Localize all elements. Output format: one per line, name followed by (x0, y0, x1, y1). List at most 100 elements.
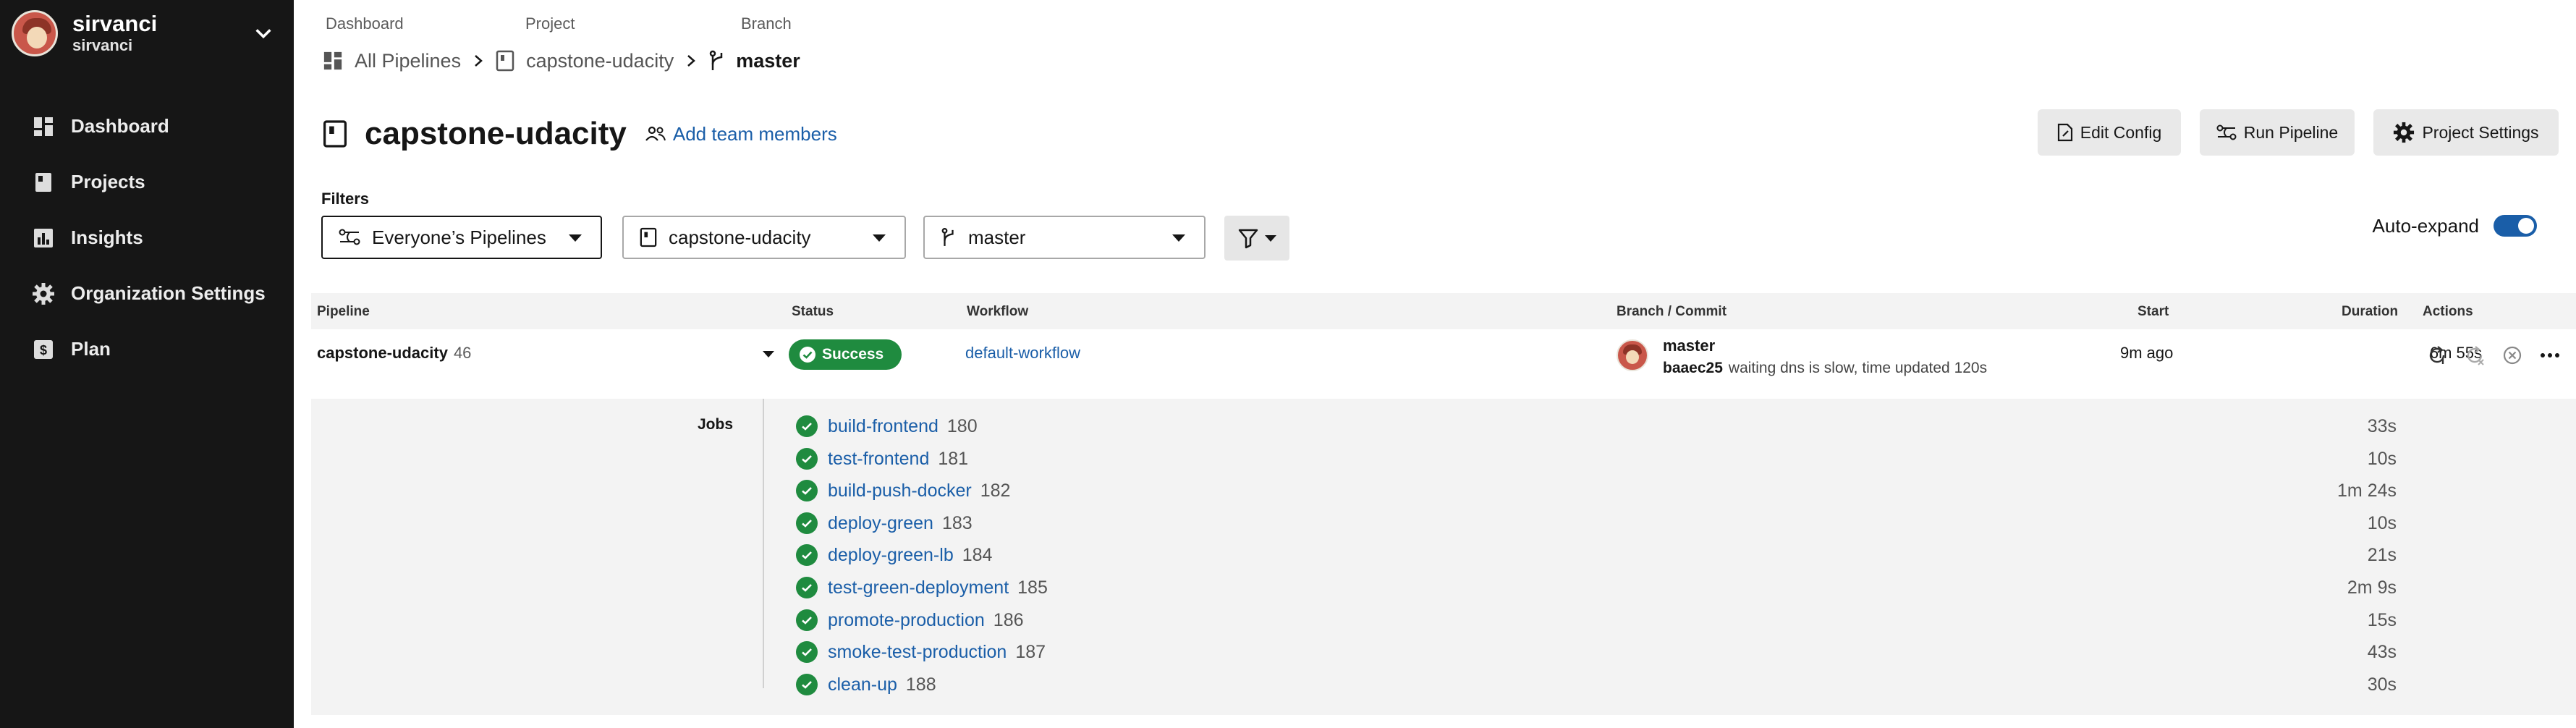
pipelines-filter-dropdown[interactable]: Everyone’s Pipelines (321, 216, 602, 259)
crumb-branch[interactable]: master (708, 50, 800, 72)
pipelines-filter-icon (339, 229, 360, 245)
org-subname: sirvanci (72, 36, 133, 54)
sidebar-item-organization-settings[interactable]: Organization Settings (0, 266, 294, 321)
job-item: smoke-test-production 187 (796, 638, 1046, 666)
expand-row-icon[interactable] (763, 351, 774, 357)
more-options-icon[interactable] (2535, 341, 2564, 370)
add-team-members-link[interactable]: Add team members (645, 123, 837, 145)
avatar (1617, 339, 1648, 371)
add-team-members-label: Add team members (672, 122, 837, 145)
rerun-icon[interactable] (2423, 341, 2452, 370)
sidebar-item-label: Projects (71, 171, 145, 192)
breadcrumb: All Pipelines capstone-udacity master (323, 45, 800, 77)
page-title: capstone-udacity (365, 116, 627, 151)
project-settings-label: Project Settings (2422, 122, 2539, 142)
job-duration: 33s (2367, 416, 2397, 436)
jobs-divider (763, 399, 764, 688)
chevron-down-icon[interactable] (253, 23, 274, 43)
edit-config-button[interactable]: Edit Config (2038, 109, 2181, 156)
sidebar: sirvanci sirvanci Dashboard Projects Ins… (0, 0, 294, 728)
workflow-link[interactable]: default-workflow (965, 344, 1080, 363)
commit-message: waiting dns is slow, time updated 120s (1728, 360, 1988, 376)
pipeline-number: 46 (453, 344, 472, 362)
job-link[interactable]: test-frontend (828, 449, 929, 470)
sidebar-item-insights[interactable]: Insights (0, 210, 294, 266)
crumb-label-dashboard: Dashboard (326, 14, 404, 33)
project-icon (496, 50, 514, 72)
branch-filter-dropdown[interactable]: master (923, 216, 1206, 259)
pipelines-filter-value: Everyone’s Pipelines (372, 226, 546, 248)
job-link[interactable]: test-green-deployment (828, 577, 1009, 598)
auto-expand-label: Auto-expand (2372, 214, 2479, 237)
job-item: build-push-docker 182 (796, 476, 1010, 505)
job-link[interactable]: build-push-docker (828, 481, 972, 501)
check-circle-icon (796, 415, 818, 437)
caret-down-icon (569, 234, 582, 242)
sidebar-item-label: Dashboard (71, 115, 169, 137)
sidebar-item-plan[interactable]: $ Plan (0, 321, 294, 377)
branch-name[interactable]: master (1663, 337, 1715, 355)
rerun-failed-icon[interactable] (2460, 341, 2489, 370)
project-settings-button[interactable]: Project Settings (2373, 109, 2559, 156)
column-header-workflow: Workflow (967, 304, 1029, 319)
start-time: 9m ago (2120, 344, 2174, 362)
org-switcher[interactable]: sirvanci sirvanci (12, 7, 282, 59)
plan-icon: $ (30, 337, 56, 363)
pipeline-name[interactable]: capstone-udacity 46 (317, 344, 471, 363)
status-badge[interactable]: Success (789, 339, 902, 370)
job-number: 183 (941, 512, 973, 533)
job-link[interactable]: build-frontend (828, 416, 939, 437)
pipeline-icon (2216, 124, 2237, 140)
job-number: 184 (962, 544, 993, 565)
column-header-pipeline: Pipeline (317, 304, 370, 319)
project-icon (323, 120, 347, 148)
job-number: 187 (1015, 641, 1046, 662)
auto-expand-toggle[interactable] (2494, 215, 2537, 237)
branch-filter-value: master (968, 226, 1026, 248)
commit-info[interactable]: baaec25 waiting dns is slow, time updated… (1663, 360, 1987, 377)
crumb-project[interactable]: capstone-udacity (496, 50, 674, 72)
check-circle-icon (796, 512, 818, 534)
jobs-label: Jobs (698, 416, 734, 433)
sidebar-nav: Dashboard Projects Insights Organization… (0, 98, 294, 377)
dashboard-icon (323, 51, 342, 70)
job-duration: 30s (2367, 674, 2397, 695)
sidebar-item-projects[interactable]: Projects (0, 154, 294, 210)
job-link[interactable]: promote-production (828, 610, 985, 631)
sidebar-item-dashboard[interactable]: Dashboard (0, 98, 294, 154)
crumb-project-label: capstone-udacity (526, 49, 674, 72)
check-circle-icon (796, 609, 818, 631)
caret-down-icon (873, 234, 886, 242)
project-filter-value: capstone-udacity (669, 226, 811, 248)
filter-icon (1238, 229, 1258, 249)
advanced-filter-button[interactable] (1224, 216, 1289, 261)
job-link[interactable]: deploy-green-lb (828, 545, 954, 566)
job-duration: 10s (2367, 513, 2397, 533)
crumb-label-branch: Branch (741, 14, 792, 33)
job-number: 185 (1017, 577, 1048, 598)
check-circle-icon (796, 480, 818, 501)
run-pipeline-button[interactable]: Run Pipeline (2200, 109, 2355, 156)
crumb-all-pipelines-label: All Pipelines (355, 49, 462, 72)
project-icon (640, 227, 657, 247)
project-filter-dropdown[interactable]: capstone-udacity (622, 216, 906, 259)
svg-text:$: $ (40, 343, 47, 357)
gear-icon (2394, 122, 2415, 143)
job-item: test-green-deployment 185 (796, 573, 1048, 602)
edit-config-label: Edit Config (2080, 122, 2162, 142)
org-name: sirvanci (72, 11, 158, 36)
sidebar-item-label: Organization Settings (71, 282, 266, 304)
column-header-duration: Duration (2342, 304, 2399, 319)
job-link[interactable]: deploy-green (828, 513, 933, 534)
job-item: deploy-green 183 (796, 509, 973, 538)
insights-icon (30, 225, 56, 251)
caret-down-icon (1172, 234, 1185, 242)
pipeline-name-label: capstone-udacity (317, 344, 448, 362)
crumb-all-pipelines[interactable]: All Pipelines (323, 50, 461, 72)
job-link[interactable]: clean-up (828, 674, 897, 695)
job-duration: 10s (2367, 449, 2397, 469)
branch-icon (941, 227, 954, 246)
job-link[interactable]: smoke-test-production (828, 642, 1007, 663)
filters-label: Filters (321, 190, 370, 208)
cancel-icon[interactable] (2498, 341, 2527, 370)
